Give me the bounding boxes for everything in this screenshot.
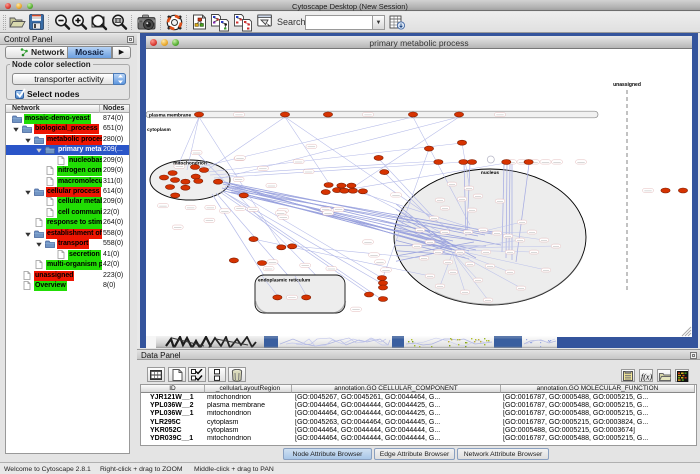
svg-text:f(x): f(x): [641, 373, 652, 382]
svg-text:cytoplasm: cytoplasm: [147, 127, 171, 133]
svg-text:endoplasmic reticulum: endoplasmic reticulum: [258, 278, 310, 284]
svg-text:nucleus: nucleus: [481, 170, 499, 176]
svg-text:plasma membrane: plasma membrane: [149, 113, 191, 119]
svg-text:mitochondrion: mitochondrion: [173, 161, 207, 167]
svg-text:unassigned: unassigned: [613, 82, 641, 88]
